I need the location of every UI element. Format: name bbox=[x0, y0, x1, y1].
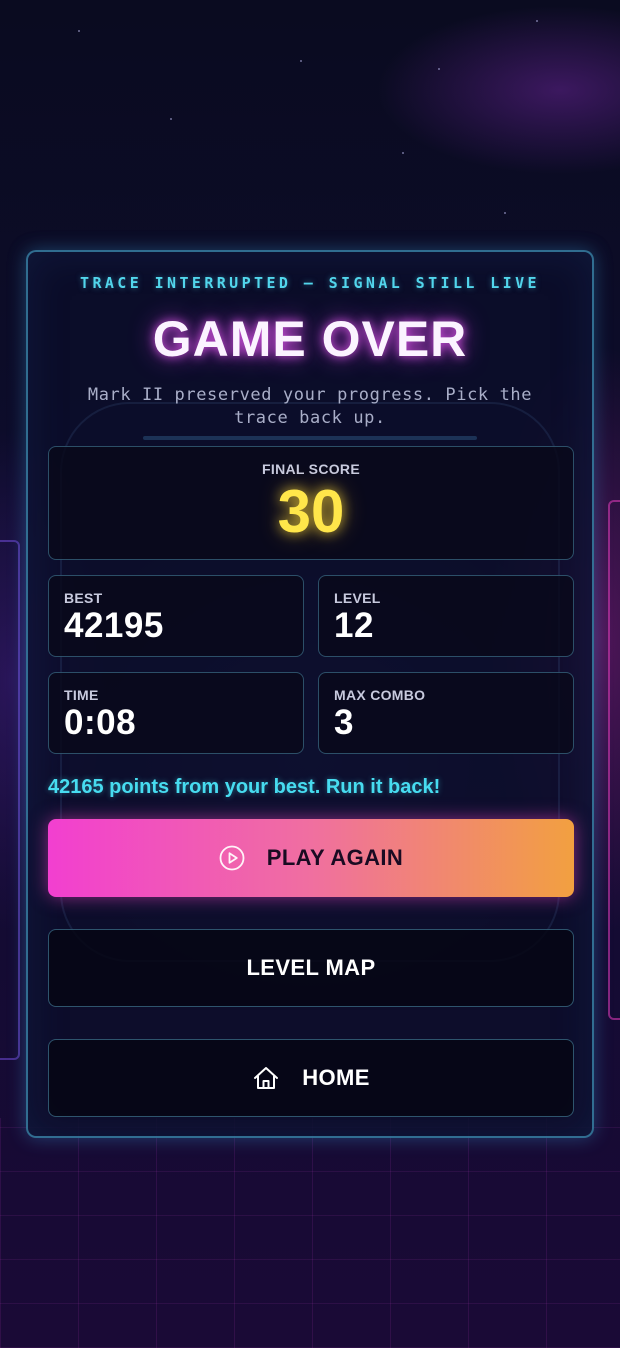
stat-value: 0:08 bbox=[64, 703, 137, 742]
game-over-panel: TRACE INTERRUPTED — SIGNAL STILL LIVE GA… bbox=[26, 250, 594, 1138]
play-circle-icon bbox=[219, 845, 245, 871]
stat-card-time: TIME 0:08 bbox=[48, 672, 304, 754]
stat-value: 42195 bbox=[64, 606, 164, 645]
background-star bbox=[504, 212, 506, 214]
stat-label: LEVEL bbox=[334, 590, 381, 606]
stat-label: TIME bbox=[64, 687, 99, 703]
panel-bar-decoration bbox=[143, 436, 477, 440]
stat-card-max-combo: MAX COMBO 3 bbox=[318, 672, 574, 754]
home-label: HOME bbox=[302, 1065, 370, 1090]
stat-card-best: BEST 42195 bbox=[48, 575, 304, 657]
stat-value: 12 bbox=[334, 606, 374, 645]
home-icon bbox=[252, 1065, 280, 1091]
final-score-label: FINAL SCORE bbox=[262, 461, 360, 477]
background-star bbox=[78, 30, 80, 32]
level-map-label: LEVEL MAP bbox=[246, 955, 376, 980]
level-map-button[interactable]: LEVEL MAP bbox=[48, 929, 574, 1007]
background-star bbox=[402, 152, 404, 154]
stat-value: 3 bbox=[334, 703, 354, 742]
background-star bbox=[300, 60, 302, 62]
final-score-value: 30 bbox=[277, 478, 345, 545]
final-score-card: FINAL SCORE 30 bbox=[48, 446, 574, 560]
best-gap-message: 42165 points from your best. Run it back… bbox=[48, 776, 441, 798]
subtitle: Mark II preserved your progress. Pick th… bbox=[87, 385, 533, 428]
stat-label: BEST bbox=[64, 590, 103, 606]
background-star bbox=[170, 118, 172, 120]
background-star bbox=[536, 20, 538, 22]
stat-card-level: LEVEL 12 bbox=[318, 575, 574, 657]
page-title: GAME OVER bbox=[152, 311, 468, 367]
stat-label: MAX COMBO bbox=[334, 687, 426, 703]
play-again-button[interactable]: PLAY AGAIN bbox=[48, 819, 574, 897]
home-button[interactable]: HOME bbox=[48, 1039, 574, 1117]
play-again-label: PLAY AGAIN bbox=[266, 845, 404, 870]
background-tower-left bbox=[0, 540, 20, 1060]
status-eyebrow: TRACE INTERRUPTED — SIGNAL STILL LIVE bbox=[80, 274, 540, 292]
background-star bbox=[438, 68, 440, 70]
background-tower-right bbox=[608, 500, 620, 1020]
background-grid bbox=[0, 1118, 620, 1348]
